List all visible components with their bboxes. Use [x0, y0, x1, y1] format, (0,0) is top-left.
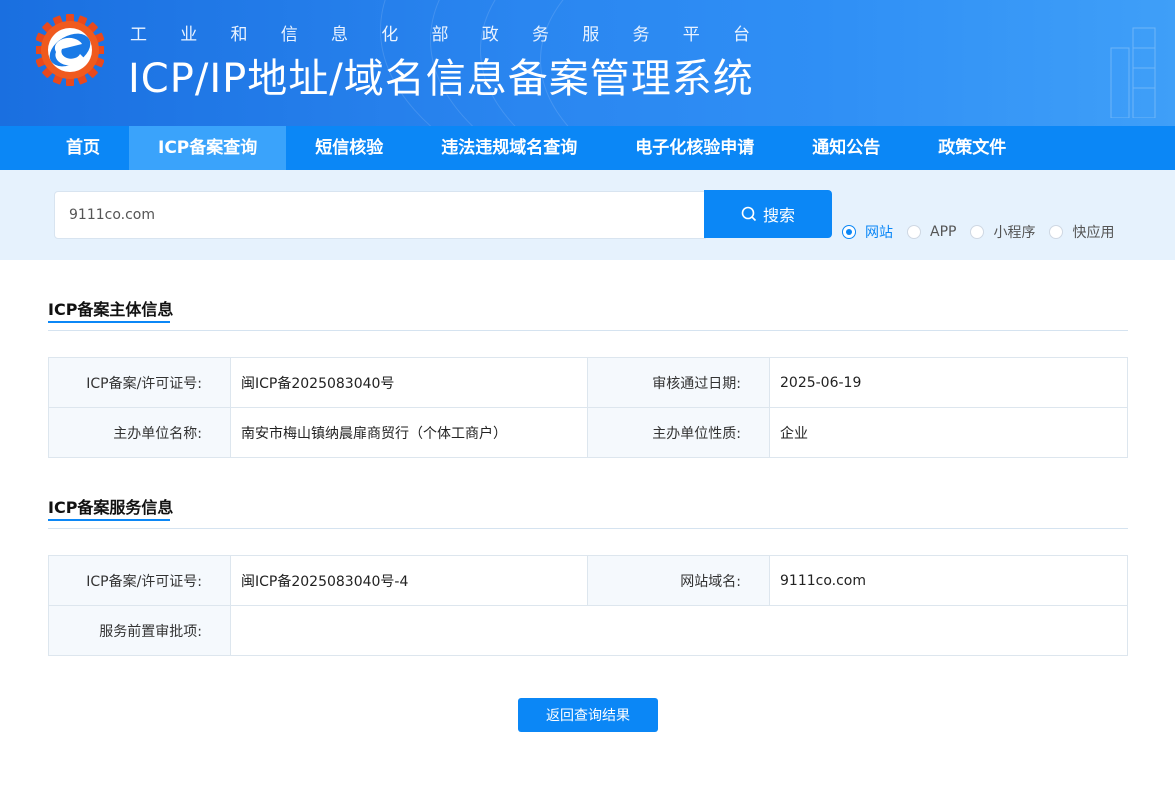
header-banner: 工 业 和 信 息 化 部 政 务 服 务 平 台 ICP/IP地址/域名信息备案管理系统 [0, 0, 1175, 126]
nav-item-0[interactable]: 首页 [37, 126, 129, 170]
miit-logo [36, 14, 104, 86]
subtitle-char: 服 [582, 25, 600, 45]
organizer-name-value: 南安市梅山镇纳晨扉商贸行（个体工商户） [230, 407, 588, 458]
table-row: 服务前置审批项: [48, 605, 1128, 656]
subject-info-table: ICP备案/许可证号: 闽ICP备2025083040号 审核通过日期: 202… [48, 357, 1128, 458]
search-type-radio-1[interactable]: APP [907, 224, 956, 240]
subtitle-char: 工 [130, 25, 147, 45]
nav-item-2[interactable]: 短信核验 [286, 126, 412, 170]
section-divider [48, 330, 1128, 331]
subject-section-title-text: ICP备案主体信息 [48, 300, 174, 319]
search-area: 搜索 网站 APP 小程序 快应用 [0, 170, 1175, 260]
subtitle-char: 信 [280, 25, 298, 45]
back-to-results-button[interactable]: 返回查询结果 [518, 698, 658, 732]
subtitle-char: 务 [632, 25, 650, 45]
service-section-title-text: ICP备案服务信息 [48, 498, 174, 517]
search-icon [741, 206, 757, 222]
search-type-radio-3[interactable]: 快应用 [1049, 222, 1114, 242]
building-decoration [1110, 27, 1156, 118]
nav-item-4[interactable]: 电子化核验申请 [606, 126, 783, 170]
license-no-value: 闽ICP备2025083040号 [230, 357, 588, 408]
service-info-table: ICP备案/许可证号: 闽ICP备2025083040号-4 网站域名: 911… [48, 555, 1128, 656]
radio-indicator[interactable] [1049, 225, 1064, 239]
radio-indicator[interactable] [970, 225, 985, 239]
domain-label: 网站域名: [587, 555, 770, 606]
subtitle-char: 部 [431, 25, 449, 45]
table-row: ICP备案/许可证号: 闽ICP备2025083040号-4 网站域名: 911… [48, 555, 1128, 606]
pre-approval-value [230, 605, 1128, 656]
search-input[interactable] [54, 191, 706, 239]
table-row: ICP备案/许可证号: 闽ICP备2025083040号 审核通过日期: 202… [48, 357, 1128, 408]
section-underline [48, 321, 170, 323]
nav-item-5[interactable]: 通知公告 [783, 126, 909, 170]
section-divider [48, 528, 1128, 529]
pre-approval-label: 服务前置审批项: [48, 605, 231, 656]
organizer-nature-label: 主办单位性质: [587, 407, 770, 458]
radio-indicator[interactable] [842, 225, 856, 239]
subject-section-title: ICP备案主体信息 [48, 296, 174, 323]
table-row: 主办单位名称: 南安市梅山镇纳晨扉商贸行（个体工商户） 主办单位性质: 企业 [48, 407, 1128, 458]
organizer-nature-value: 企业 [769, 407, 1128, 458]
radio-label: APP [930, 224, 957, 240]
subtitle-char: 业 [180, 25, 198, 45]
subtitle-char: 台 [733, 25, 750, 45]
radio-label: 小程序 [993, 225, 1036, 241]
approval-date-value: 2025-06-19 [769, 357, 1128, 408]
section-underline [48, 519, 170, 521]
license-no-label: ICP备案/许可证号: [48, 357, 231, 408]
subtitle-char: 务 [532, 25, 549, 45]
subtitle-char: 政 [481, 25, 499, 45]
subtitle-char: 息 [331, 25, 348, 45]
radio-label: 网站 [865, 225, 893, 241]
banner-subtitle: 工业和信息化部政务服务平台 [130, 20, 750, 45]
domain-value: 9111co.com [769, 555, 1128, 606]
system-title: ICP/IP地址/域名信息备案管理系统 [128, 56, 754, 102]
search-type-radio-2[interactable]: 小程序 [970, 222, 1035, 242]
service-license-no-value: 闽ICP备2025083040号-4 [230, 555, 588, 606]
service-license-no-label: ICP备案/许可证号: [48, 555, 231, 606]
subtitle-char: 平 [682, 25, 700, 45]
subtitle-char: 和 [230, 25, 248, 45]
search-button[interactable]: 搜索 [704, 190, 832, 238]
nav-item-6[interactable]: 政策文件 [909, 126, 1035, 170]
nav-item-3[interactable]: 违法违规域名查询 [412, 126, 606, 170]
organizer-name-label: 主办单位名称: [48, 407, 231, 458]
radio-label: 快应用 [1072, 225, 1115, 241]
search-type-radio-0[interactable]: 网站 [842, 222, 893, 242]
service-section-title: ICP备案服务信息 [48, 494, 174, 521]
main-nav: 首页 ICP备案查询 短信核验 违法违规域名查询 电子化核验申请 通知公告 政策文件 [0, 126, 1175, 170]
search-button-label: 搜索 [762, 206, 795, 225]
subtitle-char: 化 [381, 25, 399, 45]
nav-item-1[interactable]: ICP备案查询 [129, 126, 287, 170]
search-type-group: 网站 APP 小程序 快应用 [842, 222, 1128, 242]
approval-date-label: 审核通过日期: [587, 357, 770, 408]
radio-indicator[interactable] [907, 225, 921, 239]
